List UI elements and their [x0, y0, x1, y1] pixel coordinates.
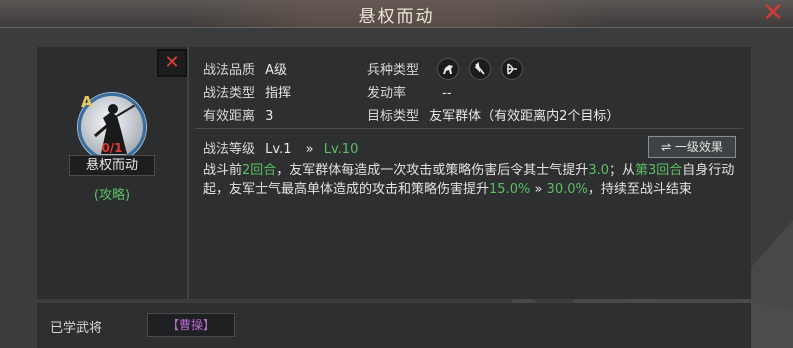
level-from: Lv.1 — [265, 142, 292, 157]
unit-type-row: 兵种类型 — [367, 59, 419, 78]
learned-generals-label: 已学武将 — [50, 321, 103, 336]
skill-panel: ✕ 0/1 A 悬权而动 (攻略) 战法品质 A级 兵种类型 战法类型 指挥 发… — [37, 47, 751, 299]
quality-label: 战法品质 — [203, 63, 256, 78]
desc-highlight: 30.0% — [546, 182, 588, 197]
desc-highlight: 第3回合 — [635, 163, 683, 178]
skill-level-count: 0/1 — [101, 141, 123, 155]
desc-highlight: 15.0% — [489, 182, 531, 197]
grade-badge: A — [81, 93, 93, 111]
skill-type-value: 指挥 — [265, 86, 292, 101]
desc-text: » — [530, 182, 547, 197]
level-effect-button[interactable]: ⇌ 一级效果 — [648, 136, 736, 158]
desc-text: ，友军群体每造成一次攻击或策略伤害后令其士气提升 — [276, 163, 589, 178]
desc-text: ；从 — [609, 163, 636, 178]
cavalry-icon — [437, 58, 459, 80]
desc-text: 战斗前 — [203, 163, 243, 178]
desc-highlight: 3.0 — [588, 163, 609, 178]
target-type-value: 友军群体（有效距离内2个目标） — [429, 109, 620, 124]
desc-highlight: 2回合 — [242, 163, 277, 178]
target-type-label: 目标类型 — [367, 109, 420, 124]
range-label: 有效距离 — [203, 109, 256, 124]
skill-description: 战斗前2回合，友军群体每造成一次攻击或策略伤害后令其士气提升3.0；从第3回合自… — [203, 161, 743, 199]
shield-icon — [469, 58, 491, 80]
quality-row: 战法品质 A级 — [203, 59, 287, 78]
learned-generals-bar: 已学武将 【曹操】 — [37, 303, 751, 348]
divider — [187, 47, 189, 299]
target-type-row: 目标类型 友军群体（有效距离内2个目标） — [367, 105, 619, 124]
unit-type-label: 兵种类型 — [367, 63, 420, 78]
quality-value: A级 — [265, 63, 288, 78]
level-arrow: » — [305, 142, 314, 157]
range-value: 3 — [265, 109, 274, 124]
trigger-rate-value: -- — [442, 86, 452, 101]
skill-level-label: 战法等级 — [203, 142, 256, 157]
skill-name: 悬权而动 — [69, 155, 155, 176]
skill-card: ✕ 0/1 A 悬权而动 (攻略) — [37, 47, 187, 299]
desc-text: ，持续至战斗结束 — [587, 182, 692, 197]
title-bar: 悬权而动 ✕ — [0, 0, 793, 28]
close-icon[interactable]: ✕ — [758, 0, 788, 26]
section-divider — [195, 128, 743, 129]
strategy-link[interactable]: (攻略) — [37, 184, 187, 203]
trigger-rate-label: 发动率 — [367, 86, 407, 101]
level-to: Lv.10 — [323, 142, 359, 157]
close-icon[interactable]: ✕ — [157, 49, 187, 77]
trigger-rate-row: 发动率 -- — [367, 82, 452, 101]
general-tag[interactable]: 【曹操】 — [147, 313, 235, 337]
window-title: 悬权而动 — [358, 7, 435, 27]
range-row: 有效距离 3 — [203, 105, 273, 124]
skill-type-label: 战法类型 — [203, 86, 256, 101]
skill-type-row: 战法类型 指挥 — [203, 82, 291, 101]
skill-level-row: 战法等级 Lv.1 » Lv.10 — [203, 138, 358, 157]
bow-icon — [501, 58, 523, 80]
